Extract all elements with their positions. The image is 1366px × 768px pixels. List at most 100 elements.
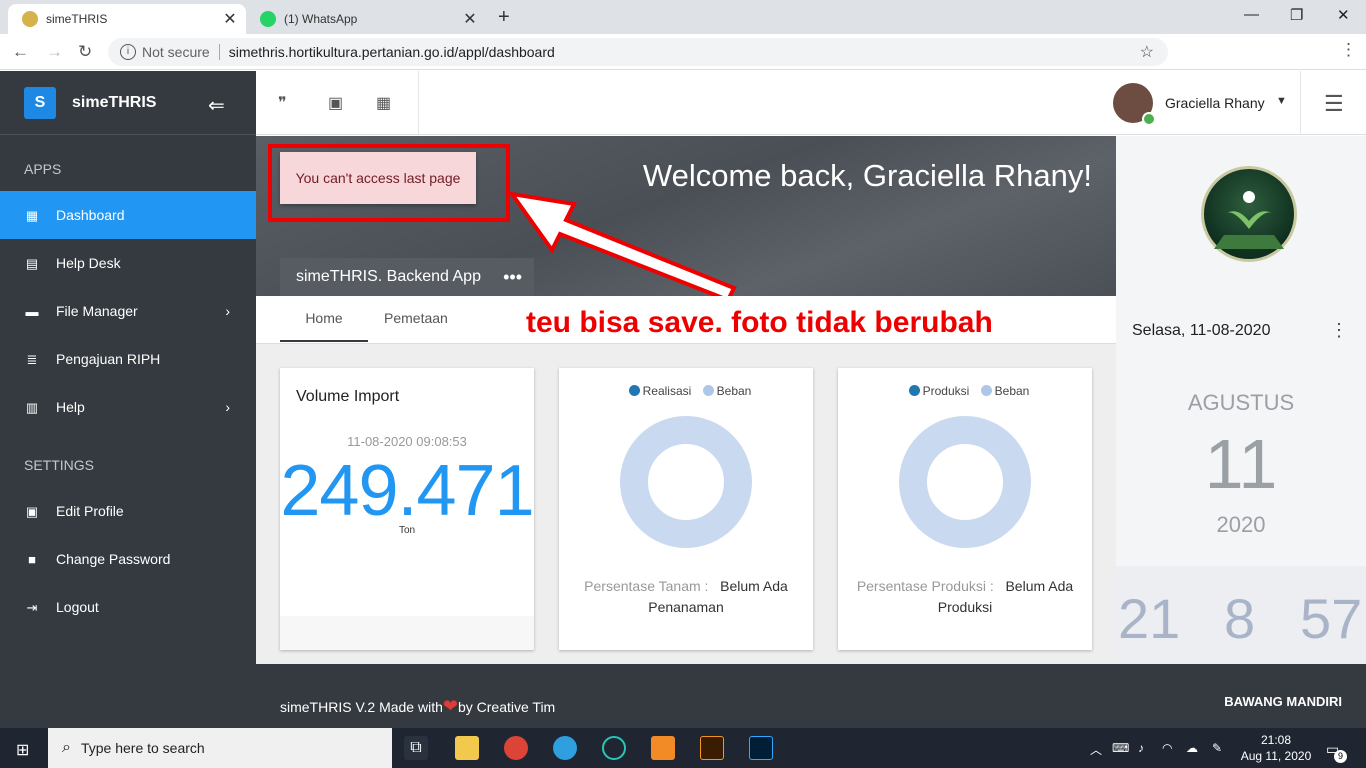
minimize-button[interactable]: —: [1244, 6, 1259, 23]
list-menu-icon[interactable]: ☰: [1324, 91, 1344, 117]
tab-simethris[interactable]: simeTHRIS ✕: [8, 4, 246, 34]
security-label: Not secure: [142, 44, 210, 60]
brand-logo[interactable]: S: [24, 86, 56, 119]
chrome-taskbar-icon[interactable]: [504, 736, 528, 760]
legend-swatch: [702, 385, 714, 396]
ime-icon[interactable]: ⌨: [1112, 741, 1129, 755]
current-date: Selasa, 11-08-2020: [1132, 322, 1271, 339]
calendar-year: 2020: [1216, 512, 1266, 537]
url-text: simethris.hortikultura.pertanian.go.id/a…: [228, 44, 555, 60]
caret-down-icon[interactable]: ▼: [1276, 95, 1287, 107]
footer-credit-author[interactable]: by Creative Tim: [458, 699, 555, 715]
volume-unit: Ton: [398, 525, 416, 536]
info-icon[interactable]: i: [120, 44, 136, 60]
persentase-label: Persentase Tanam :: [584, 578, 709, 594]
legend-label[interactable]: Produksi: [923, 384, 970, 398]
profile-icon: ▣: [25, 504, 39, 519]
wifi-icon[interactable]: ◠: [1162, 741, 1172, 755]
user-name[interactable]: Graciella Rhany: [1165, 95, 1265, 111]
card-title: Volume Import: [296, 388, 400, 405]
legend-label[interactable]: Beban: [995, 384, 1030, 398]
welcome-banner: Welcome back, Graciella Rhany! You can't…: [256, 136, 1116, 296]
persentase-status-line2: Produksi: [937, 599, 993, 615]
legend-label[interactable]: Beban: [717, 384, 752, 398]
restore-button[interactable]: ❐: [1290, 6, 1303, 24]
reload-icon[interactable]: ↻: [78, 42, 92, 62]
close-window-button[interactable]: ✕: [1337, 6, 1350, 24]
sidebar-item-label: Change Password: [56, 551, 171, 567]
calendar-icon[interactable]: ▦: [376, 93, 394, 112]
close-tab-icon[interactable]: ✕: [460, 9, 480, 29]
persentase-status: Belum Ada: [720, 578, 788, 594]
taskbar-search-input[interactable]: ⌕ Type here to search: [48, 728, 392, 768]
new-tab-button[interactable]: +: [498, 6, 510, 29]
sidebar-item-label: Dashboard: [56, 207, 125, 223]
tab-whatsapp[interactable]: (1) WhatsApp ✕: [246, 4, 486, 34]
collapse-sidebar-icon[interactable]: ⇐: [208, 93, 225, 118]
legend-label[interactable]: Realisasi: [643, 384, 692, 398]
user-avatar[interactable]: [1113, 83, 1156, 126]
more-options-icon[interactable]: •••: [503, 267, 522, 288]
donut-ring: [620, 416, 752, 548]
sidebar-item-help-desk[interactable]: ▤ Help Desk: [0, 239, 256, 287]
arduino-taskbar-icon[interactable]: [602, 736, 626, 760]
calendar-day: 11: [1204, 425, 1278, 503]
persentase-label: Persentase Produksi :: [856, 578, 994, 594]
book-icon: ▥: [25, 400, 39, 415]
windows-start-icon[interactable]: ⊞: [16, 740, 29, 760]
app-tab[interactable]: simeTHRIS. Backend App •••: [280, 258, 534, 296]
forward-icon[interactable]: →: [46, 42, 63, 62]
chart-legend: Produksi Beban: [838, 384, 1092, 398]
chat-bubble-icon[interactable]: ❞: [278, 93, 296, 112]
card-timestamp: 11-08-2020 09:08:53: [347, 434, 467, 449]
notification-badge: 9: [1334, 750, 1347, 763]
sidebar-item-logout[interactable]: ⇥ Logout: [0, 583, 256, 631]
tab-home[interactable]: Home: [280, 310, 368, 342]
sidebar-item-edit-profile[interactable]: ▣ Edit Profile: [0, 487, 256, 535]
sidebar-item-change-password[interactable]: ■ Change Password: [0, 535, 256, 583]
persentase-produksi: Persentase Produksi : Belum Ada Produksi: [838, 576, 1092, 618]
brand-name[interactable]: simeTHRIS: [72, 94, 156, 112]
sidebar-item-file-manager[interactable]: ▬ File Manager ›: [0, 287, 256, 335]
footer-company: BAWANG MANDIRI: [1224, 694, 1342, 709]
pen-icon[interactable]: ✎: [1212, 741, 1222, 755]
edge-taskbar-icon[interactable]: [553, 736, 577, 760]
url-separator: [218, 44, 220, 60]
taskbar-clock[interactable]: 21:08 Aug 11, 2020: [1240, 732, 1312, 764]
footer-credit-text: simeTHRIS V.2 Made with: [280, 699, 443, 715]
tab-pemetaan[interactable]: Pemetaan: [384, 310, 448, 326]
annotation-text: teu bisa save. foto tidak berubah: [526, 306, 993, 339]
task-view-icon[interactable]: ⧉: [404, 736, 428, 760]
photoshop-icon[interactable]: [749, 736, 773, 760]
produksi-chart-card: Produksi Beban Persentase Produksi : Bel…: [838, 368, 1092, 650]
dashboard-icon: ▦: [25, 208, 39, 223]
search-icon: ⌕: [62, 739, 71, 756]
sidebar-item-help[interactable]: ▥ Help ›: [0, 383, 256, 431]
chrome-menu-icon[interactable]: ⋮: [1340, 40, 1357, 60]
more-vertical-icon[interactable]: ⋮: [1330, 320, 1348, 341]
legend-swatch: [908, 385, 920, 396]
sidebar-item-pengajuan-riph[interactable]: ≣ Pengajuan RIPH: [0, 335, 256, 383]
dashboard-content: Volume Import 11-08-2020 09:08:53 249.47…: [256, 344, 1116, 664]
onedrive-icon[interactable]: ☁: [1186, 741, 1198, 755]
taskbar-time: 21:08: [1260, 733, 1292, 747]
contact-card-icon[interactable]: ▣: [328, 93, 346, 112]
url-field[interactable]: i Not secure simethris.hortikultura.pert…: [108, 38, 1168, 66]
plant-emblem-icon: [1214, 191, 1284, 249]
file-explorer-icon[interactable]: [455, 736, 479, 760]
page-footer: simeTHRIS V.2 Made with❤by Creative Tim …: [256, 664, 1366, 728]
footer-credit: simeTHRIS V.2 Made with❤by Creative Tim: [280, 696, 555, 717]
annotation-arrow-icon: [507, 191, 737, 296]
back-icon[interactable]: ←: [12, 42, 29, 62]
sidebar-item-label: File Manager: [56, 303, 138, 319]
bookmark-star-icon[interactable]: ☆: [1140, 42, 1154, 62]
illustrator-icon[interactable]: [700, 736, 724, 760]
close-tab-icon[interactable]: ✕: [220, 9, 240, 29]
persentase-status: Belum Ada: [1005, 578, 1074, 594]
sidebar-item-dashboard[interactable]: ▦ Dashboard: [0, 191, 256, 239]
media-player-icon[interactable]: [651, 736, 675, 760]
digital-clock: 21 8 57: [1116, 566, 1366, 664]
tray-chevron-icon[interactable]: ︿: [1090, 741, 1102, 758]
sidebar-item-label: Edit Profile: [56, 503, 124, 519]
volume-icon[interactable]: ♪: [1138, 741, 1144, 755]
